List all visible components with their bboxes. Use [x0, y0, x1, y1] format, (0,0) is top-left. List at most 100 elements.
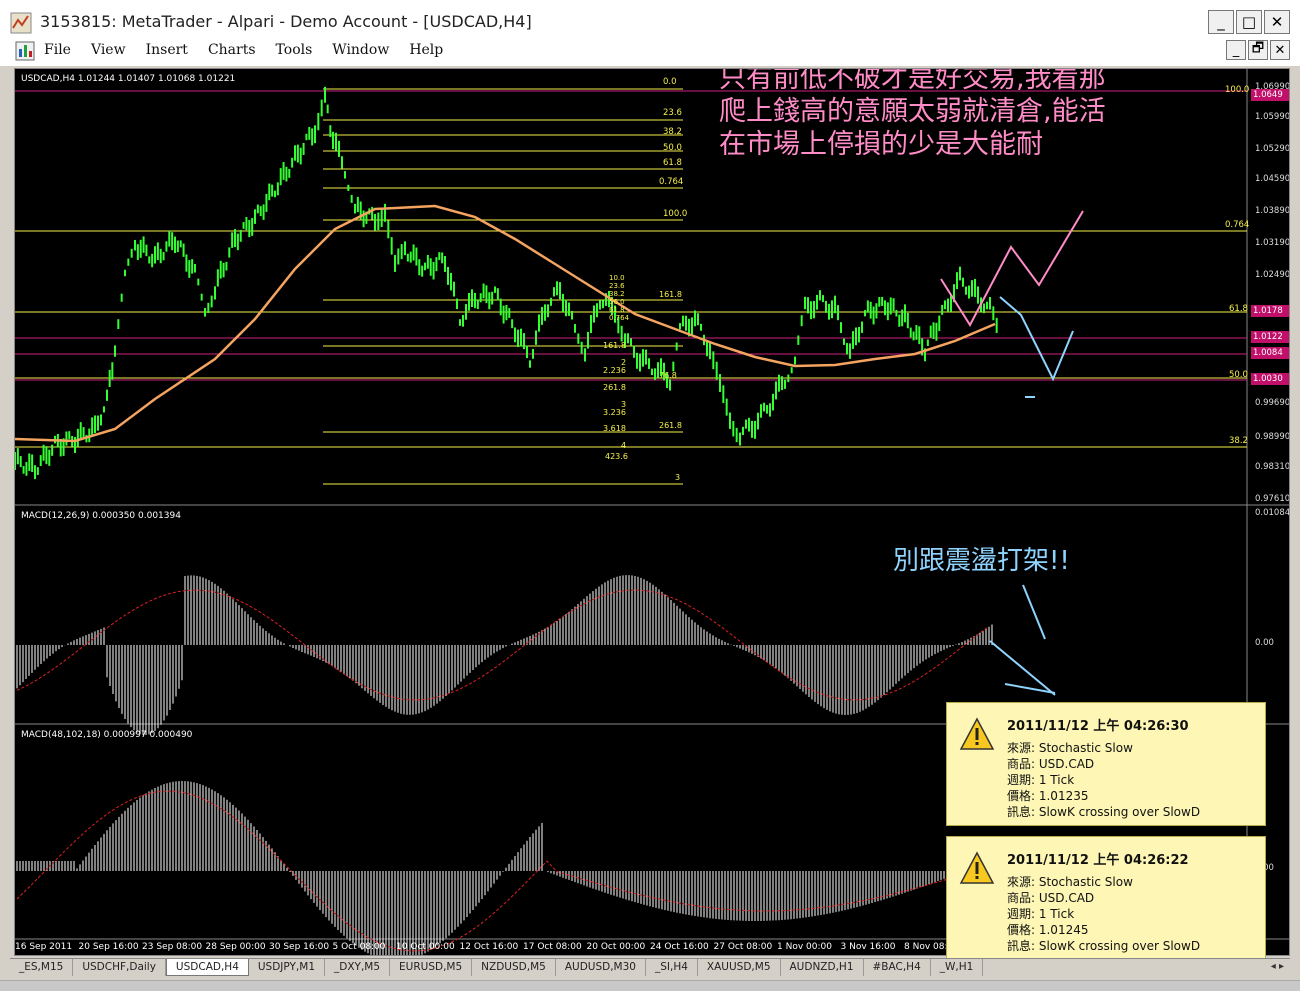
price-level-box: 1.0122	[1251, 331, 1289, 343]
arrow-pointer	[1022, 584, 1046, 640]
mdi-restore-button[interactable]: 🗗	[1248, 40, 1268, 60]
chart-tab[interactable]: USDCHF,Daily	[73, 959, 166, 976]
fib-level-label: 61.8	[1229, 304, 1248, 314]
price-y-tick: 0.98310	[1255, 462, 1290, 472]
close-button[interactable]: ✕	[1264, 10, 1290, 34]
fib-level-label: 76.8	[659, 371, 677, 380]
price-level-box: 1.0084	[1251, 347, 1289, 359]
chart-tab[interactable]: #BAC,H4	[864, 959, 931, 976]
time-axis-label: 24 Oct 16:00	[650, 942, 709, 952]
moving-average-line	[15, 204, 996, 443]
alert-symbol: 商品: USD.CAD	[1007, 757, 1095, 771]
fib-level-label: 3	[675, 473, 681, 482]
menu-item-help[interactable]: Help	[409, 42, 453, 58]
menu-item-charts[interactable]: Charts	[208, 42, 266, 58]
chart-window-icon[interactable]	[14, 40, 36, 62]
alert-period: 週期: 1 Tick	[1007, 907, 1075, 921]
alert-popup[interactable]: 2011/11/12 上午 04:26:22 來源: Stochastic Slo…	[946, 836, 1266, 960]
chart-tab[interactable]: _W,H1	[931, 959, 984, 976]
chart-tab[interactable]: EURUSD,M5	[390, 959, 473, 976]
macd1-header: MACD(12,26,9) 0.000350 0.001394	[21, 511, 181, 521]
price-level-box: 1.0178	[1251, 305, 1289, 317]
fib-level-label: 4	[621, 441, 627, 450]
time-axis-label: 16 Sep 2011	[15, 942, 73, 952]
mdi-minimize-button[interactable]: _	[1226, 40, 1246, 60]
chart-tab[interactable]: AUDNZD,H1	[781, 959, 864, 976]
price-panel-header: USDCAD,H4 1.01244 1.01407 1.01068 1.0122…	[21, 74, 236, 84]
price-y-tick: 1.05290	[1255, 144, 1290, 154]
fib-level-label: 0.764	[1225, 220, 1250, 230]
price-y-tick: 0.98990	[1255, 432, 1290, 442]
fib-level-label: 261.8	[603, 383, 626, 392]
fib-level-label: 161.8	[659, 290, 682, 299]
fib-cluster-label: 23.6	[609, 282, 625, 290]
time-axis-label: 20 Sep 16:00	[78, 942, 139, 952]
macd2-header: MACD(48,102,18) 0.000997 0.000490	[21, 730, 193, 740]
time-axis-label: 28 Sep 00:00	[205, 942, 266, 952]
fib-level-label: 38.2	[663, 127, 682, 137]
fib-level-label: 50.0	[663, 143, 682, 153]
fib-level-label: 3.236	[603, 408, 626, 417]
fib-level-label: 261.8	[659, 421, 682, 430]
chart-tab[interactable]: XAUUSD,M5	[698, 959, 781, 976]
alert-period: 週期: 1 Tick	[1007, 773, 1075, 787]
price-y-tick: 1.03890	[1255, 206, 1290, 216]
fib-level-label: 0.0	[663, 77, 677, 87]
time-axis-label: 17 Oct 08:00	[523, 942, 582, 952]
price-level-box: 1.0030	[1251, 373, 1289, 385]
time-axis-label: 23 Sep 08:00	[142, 942, 203, 952]
minimize-button[interactable]: _	[1208, 10, 1234, 34]
range-warning-annotation: 別跟震盪打架!!	[893, 546, 1070, 576]
fib-level-label: 61.8	[663, 158, 682, 168]
fib-level-label: 3.618	[603, 424, 626, 433]
fib-level-label: 161.8	[603, 341, 626, 350]
menu-item-window[interactable]: Window	[332, 42, 399, 58]
fib-level-label: 0.764	[659, 177, 684, 187]
alert-message: 訊息: SlowK crossing over SlowD	[1007, 805, 1201, 819]
chart-tab[interactable]: NZDUSD,M5	[472, 959, 556, 976]
chart-tab[interactable]: USDCAD,H4	[165, 959, 249, 976]
alert-message: 訊息: SlowK crossing over SlowD	[1007, 939, 1201, 953]
window-title: 3153815: MetaTrader - Alpari - Demo Acco…	[40, 12, 532, 31]
warning-icon	[959, 851, 995, 884]
price-y-tick: 1.04590	[1255, 174, 1290, 184]
chart-tab[interactable]: AUDUSD,M30	[556, 959, 646, 976]
trade-note-line: 在市場上停損的少是大能耐	[719, 129, 1043, 160]
mdi-close-button[interactable]: ✕	[1270, 40, 1290, 60]
metatrader-icon	[10, 12, 32, 34]
time-axis-label: 27 Oct 08:00	[713, 942, 773, 952]
time-axis-label: 3 Nov 16:00	[840, 942, 896, 952]
fib-level-label: 38.2	[1229, 436, 1248, 446]
chart-tab[interactable]: _DXY,M5	[325, 959, 391, 976]
macd1-max-tick: 0.010841	[1255, 508, 1290, 518]
chart-tab[interactable]: USDJPY,M1	[249, 959, 325, 976]
chart-tab[interactable]: _ES,M15	[10, 959, 74, 976]
alert-timestamp: 2011/11/12 上午 04:26:22	[1007, 853, 1189, 868]
taskbar	[0, 980, 1300, 991]
chart-tab[interactable]: _SI,H4	[646, 959, 698, 976]
menu-bar: File View Insert Charts Tools Window Help _ 🗗 …	[0, 36, 1300, 66]
maximize-button[interactable]: □	[1236, 10, 1262, 34]
fib-cluster-label: 50.0	[609, 298, 625, 306]
menu-item-tools[interactable]: Tools	[276, 42, 323, 58]
tab-scroll-arrows[interactable]: ◂ ▸	[1271, 961, 1284, 972]
alert-symbol: 商品: USD.CAD	[1007, 891, 1095, 905]
fib-cluster-label: 38.2	[609, 290, 625, 298]
menu-item-file[interactable]: File	[44, 42, 81, 58]
price-y-tick: 1.03190	[1255, 238, 1290, 248]
alert-source: 來源: Stochastic Slow	[1007, 875, 1133, 889]
menu-item-insert[interactable]: Insert	[146, 42, 198, 58]
fib-level-label: 100.0	[663, 209, 688, 219]
macd1-zero-tick: 0.00	[1255, 638, 1274, 648]
chart-tab-bar: _ES,M15 USDCHF,Daily USDCAD,H4 USDJPY,M1 _DX…	[10, 958, 1290, 979]
menu-item-view[interactable]: View	[91, 42, 136, 58]
alert-popup[interactable]: 2011/11/12 上午 04:26:30 來源: Stochastic Slo…	[946, 702, 1266, 826]
price-level-box: 1.0649	[1251, 89, 1289, 101]
fib-cluster-label: 10.0	[609, 274, 625, 282]
fib-cluster-label: 61.8	[609, 306, 625, 314]
fib-cluster-label: 0.764	[609, 314, 630, 322]
time-axis-label: 1 Nov 00:00	[777, 942, 832, 952]
fib-level-label: 423.6	[605, 452, 628, 461]
fib-level-label: 23.6	[663, 108, 682, 118]
warning-icon	[959, 717, 995, 750]
